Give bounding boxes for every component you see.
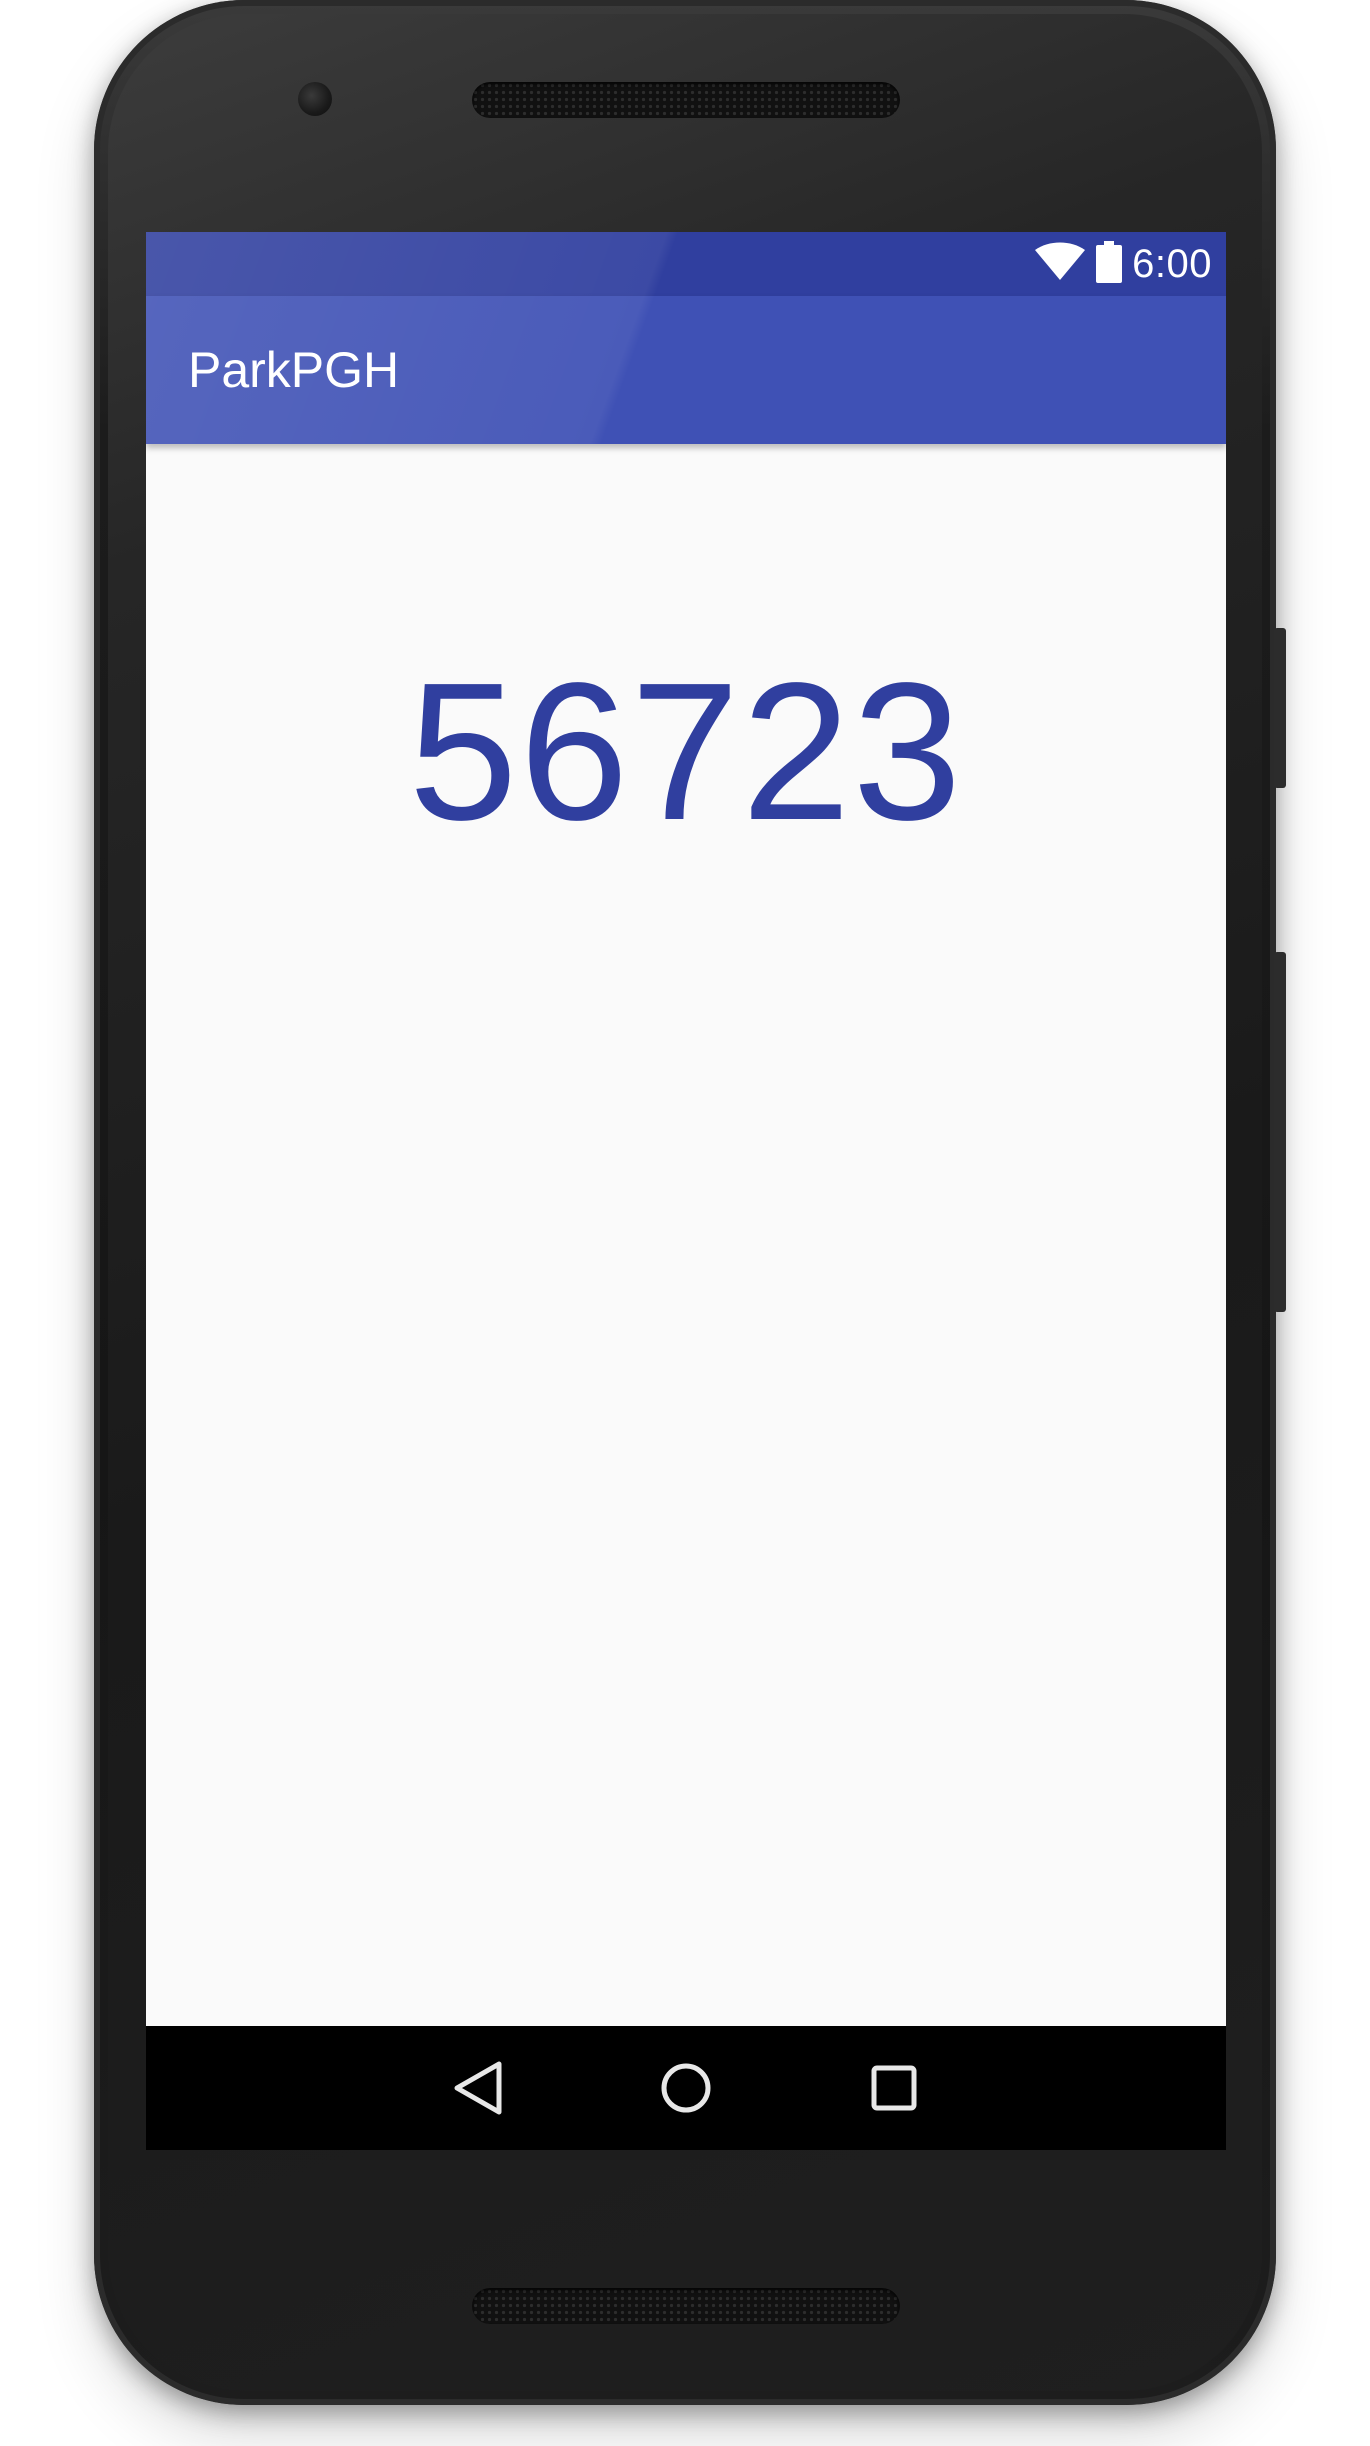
back-icon [454, 2061, 502, 2115]
navigation-bar [146, 2026, 1226, 2150]
recents-icon [871, 2065, 917, 2111]
wifi-icon [1034, 242, 1086, 287]
app-bar: ParkPGH [146, 296, 1226, 444]
back-button[interactable] [443, 2054, 511, 2122]
front-camera [298, 82, 332, 116]
main-content: 56723 [146, 444, 1226, 2026]
status-time: 6:00 [1132, 241, 1212, 286]
count-display: 56723 [408, 642, 964, 861]
battery-icon [1096, 240, 1123, 288]
recents-button[interactable] [860, 2054, 928, 2122]
status-bar: 6:00 [146, 232, 1226, 296]
power-button [1274, 628, 1286, 788]
app-title: ParkPGH [188, 342, 400, 398]
home-button[interactable] [652, 2054, 720, 2122]
volume-button [1274, 952, 1286, 1312]
screen: 6:00 ParkPGH 56723 [146, 232, 1226, 2150]
home-icon [661, 2063, 711, 2113]
top-speaker [472, 82, 900, 118]
bottom-speaker [472, 2288, 900, 2324]
